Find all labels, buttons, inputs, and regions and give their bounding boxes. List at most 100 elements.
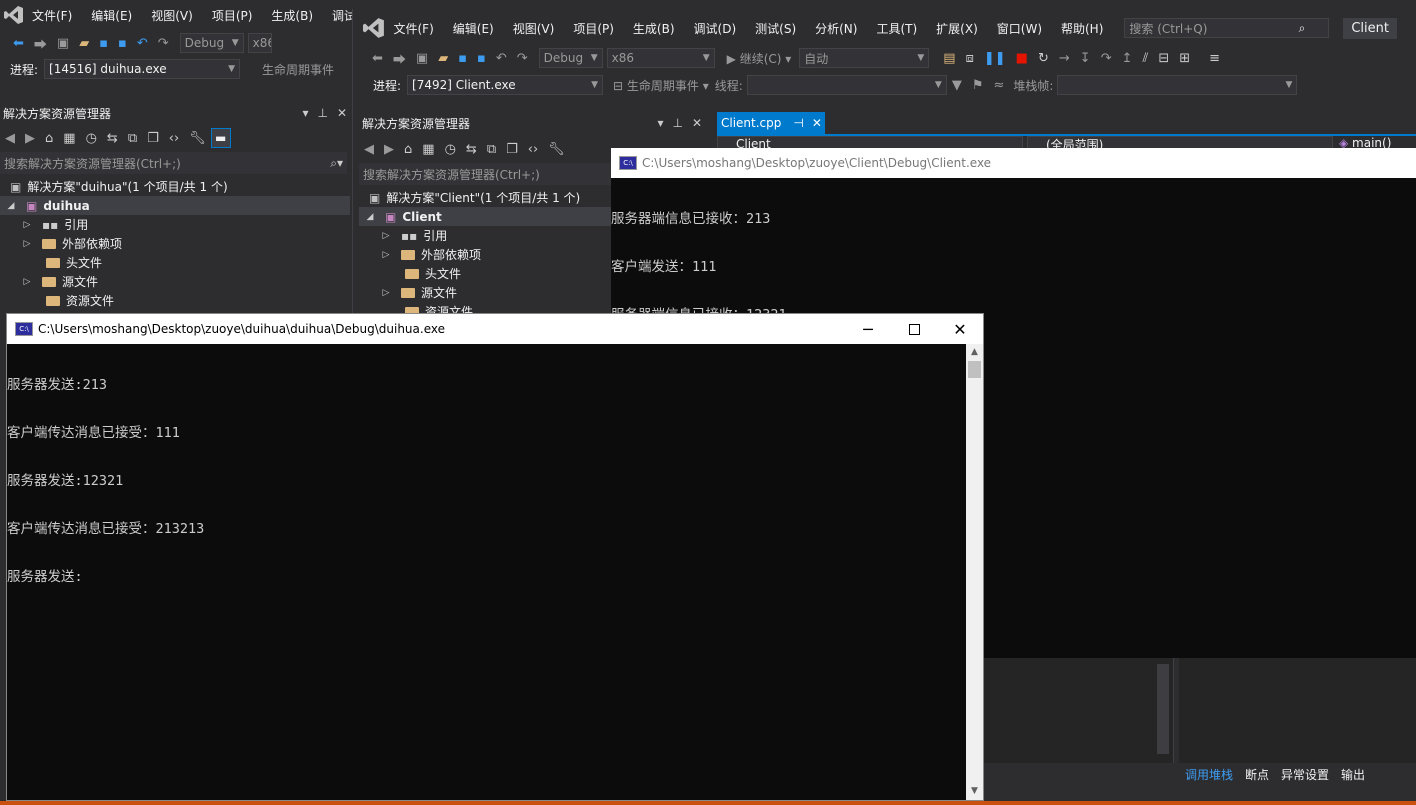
front-save-icon[interactable]: ▪ [458,51,467,66]
wrench-icon[interactable]: 🔧︎ [189,131,206,146]
collapse-icon[interactable]: ⧉ [128,131,137,146]
back-tree-item[interactable]: ▷ 外部依赖项 [0,234,350,253]
back-project-node[interactable]: ◢ ▣ duihua [0,196,350,215]
client-console-titlebar[interactable]: C:\ C:\Users\moshang\Desktop\zuoye\Clien… [611,148,1416,178]
back-menu-view[interactable]: 视图(V) [151,7,193,24]
front-solution-node[interactable]: ▣ 解决方案"Client"(1 个项目/共 1 个) [359,188,611,207]
search-icon[interactable]: ⌕▾ [330,156,343,171]
collapsed-icon[interactable]: ▷ [379,288,393,298]
back-tree-item[interactable]: 资源文件 [0,291,350,310]
front-tree-item[interactable]: ▷ ▪▪ 引用 [359,226,611,245]
step-over-icon[interactable]: ↷ [1101,51,1112,66]
scroll-thumb[interactable] [968,361,981,378]
pin-icon[interactable]: ⊥ [672,116,682,130]
back-save-all-icon[interactable]: ▪ [118,36,127,51]
front-nav-global[interactable]: (全局范围) [1027,136,1333,148]
switch-view-icon[interactable]: ▦ [63,131,75,146]
step-out-icon[interactable]: ↥ [1122,51,1133,66]
front-stack-combo[interactable]: ▼ [1057,75,1298,95]
collapsed-icon[interactable]: ▷ [20,220,34,230]
history-icon[interactable]: ◷ [86,131,97,146]
collapsed-icon[interactable]: ▷ [379,250,393,260]
front-menu-extensions[interactable]: 扩展(X) [936,20,978,37]
hex-icon[interactable]: ⫽ [1143,51,1149,66]
layout-icon[interactable]: ⊟ [1158,51,1169,66]
step-into-icon[interactable]: ↧ [1080,51,1091,66]
home-icon[interactable]: ⌂ [45,131,53,146]
preview-icon[interactable]: ▬ [210,128,231,148]
front-bottom-scrollbar[interactable] [1157,664,1169,754]
expanded-icon[interactable]: ◢ [4,201,18,211]
tab-breakpoints[interactable]: 断点 [1245,766,1269,783]
copy-icon[interactable]: ❐ [506,142,518,157]
back-exp-fwd-icon[interactable]: ▶ [25,131,35,146]
maximize-button[interactable] [891,314,937,344]
back-tree-item[interactable]: ▷ 源文件 [0,272,350,291]
code-icon[interactable]: ‹› [169,131,179,146]
sync-icon[interactable]: ⇆ [107,131,118,146]
code-icon[interactable]: ‹› [528,142,538,157]
front-nav-forward-icon[interactable]: ⮕ [393,49,406,68]
back-new-item-icon[interactable]: ▣ [57,36,69,51]
front-thread-combo[interactable]: ▼ [746,75,947,95]
stop-icon[interactable]: ■ [1016,51,1028,66]
pause-icon[interactable]: ❚❚ [984,51,1006,66]
wrench-icon[interactable]: 🔧︎ [548,142,565,157]
tab-exception-settings[interactable]: 异常设置 [1281,766,1329,783]
pin-icon[interactable]: ⊣ [793,116,803,130]
front-nav-scope[interactable]: Client [717,136,1023,148]
tab-call-stack[interactable]: 调用堆栈 [1185,766,1233,783]
front-menu-tools[interactable]: 工具(T) [876,20,917,37]
sync-icon[interactable]: ⇆ [466,142,477,157]
front-menu-file[interactable]: 文件(F) [394,20,434,37]
tab-output[interactable]: 输出 [1341,766,1365,783]
back-process-combo[interactable]: [14516] duihua.exe ▼ [44,59,241,79]
front-menu-help[interactable]: 帮助(H) [1061,20,1103,37]
filter-icon[interactable]: ▼ [952,78,962,93]
back-redo-icon[interactable]: ↷ [158,36,169,51]
threads-icon[interactable]: ≈ [993,78,1004,93]
server-console-scrollbar[interactable]: ▲ ▼ [966,344,983,800]
pin-icon[interactable]: ⊥ [317,106,327,120]
front-project-node[interactable]: ◢ ▣ Client [359,207,611,226]
front-explorer-search[interactable]: 搜索解决方案资源管理器(Ctrl+;) [359,163,611,185]
front-lifecycle-label[interactable]: ⊟ 生命周期事件 ▾ [613,77,709,94]
front-tree-item[interactable]: ▷ 外部依赖项 [359,245,611,264]
front-open-folder-icon[interactable]: ▰ [438,51,448,66]
attach-icon[interactable]: ▤ [943,51,955,66]
front-process-combo[interactable]: [7492] Client.exe ▼ [407,75,604,95]
expanded-icon[interactable]: ◢ [363,212,377,222]
scroll-up-icon[interactable]: ▲ [966,344,983,361]
front-config-combo[interactable]: Debug ▼ [538,48,603,68]
front-save-all-icon[interactable]: ▪ [477,51,486,66]
front-menu-debug[interactable]: 调试(D) [694,20,737,37]
screenshot-icon[interactable]: ⧈ [966,51,974,66]
restart-icon[interactable]: ↻ [1038,51,1049,66]
front-redo-icon[interactable]: ↷ [517,51,528,66]
back-exp-back-icon[interactable]: ◀ [5,131,15,146]
front-menu-analyze[interactable]: 分析(N) [815,20,857,37]
back-nav-forward-icon[interactable]: ⮕ [34,34,47,53]
front-menu-view[interactable]: 视图(V) [513,20,555,37]
front-new-item-icon[interactable]: ▣ [416,51,428,66]
history-icon[interactable]: ◷ [445,142,456,157]
front-platform-combo[interactable]: x86 ▼ [606,48,715,68]
collapsed-icon[interactable]: ▷ [20,277,34,287]
show-next-icon[interactable]: → [1059,51,1070,66]
back-tree-item[interactable]: ▷ ▪▪ 引用 [0,215,350,234]
collapsed-icon[interactable]: ▷ [379,231,393,241]
copy-icon[interactable]: ❐ [147,131,159,146]
front-menu-edit[interactable]: 编辑(E) [453,20,494,37]
close-icon[interactable]: ✕ [812,116,822,130]
back-platform-combo[interactable]: x86 [247,33,272,53]
front-tree-item[interactable]: 头文件 [359,264,611,283]
window-icon[interactable]: ⊞ [1179,51,1190,66]
front-tree-item[interactable]: ▷ 源文件 [359,283,611,302]
front-undo-icon[interactable]: ↶ [496,51,507,66]
back-lifecycle-label[interactable]: 生命周期事件 [262,61,334,78]
collapse-icon[interactable]: ⧉ [487,142,496,157]
back-open-folder-icon[interactable]: ▰ [79,36,89,51]
dropdown-icon[interactable]: ▾ [302,106,308,120]
back-tree-item[interactable]: 头文件 [0,253,350,272]
front-menu-test[interactable]: 测试(S) [755,20,796,37]
